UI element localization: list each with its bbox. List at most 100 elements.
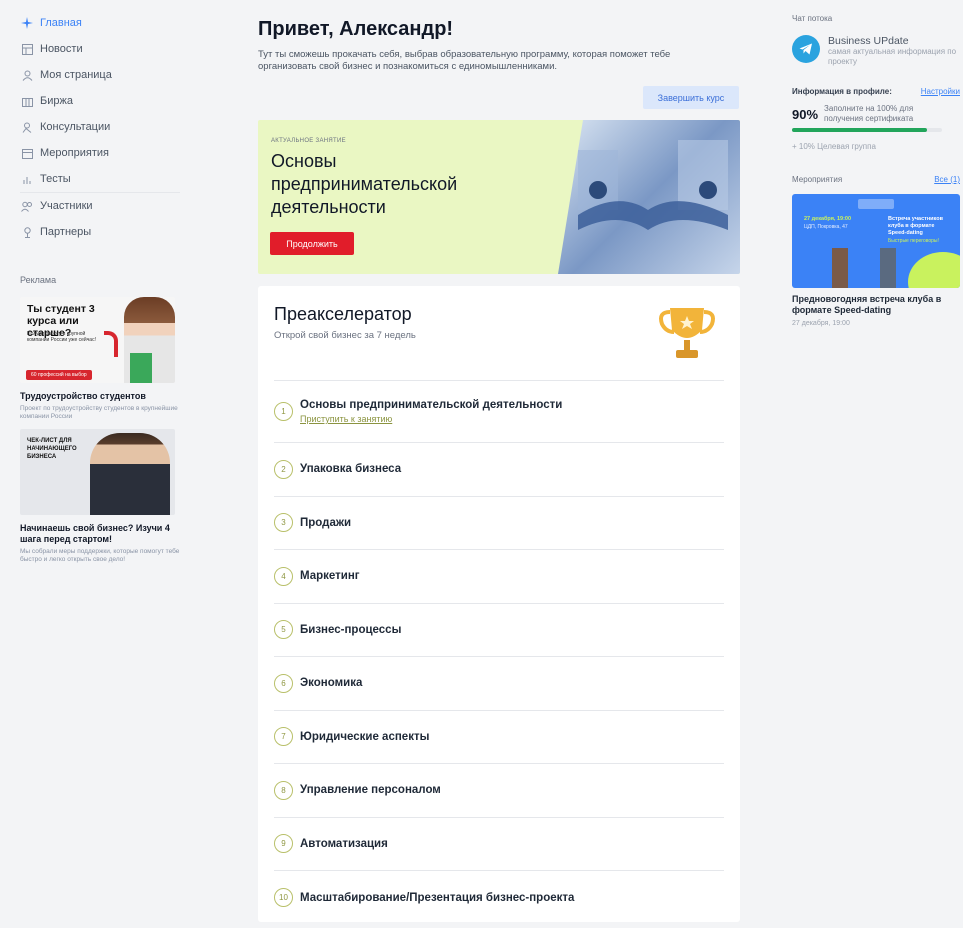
chat-link[interactable]: Business UPdate самая актуальная информа… [792, 35, 962, 67]
ad-description-checklist: Мы собрали меры поддержки, которые помог… [20, 548, 180, 563]
sidebar-item-label: Биржа [40, 95, 73, 107]
module-item[interactable]: 2 Упаковка бизнеса [274, 443, 724, 497]
events-heading: Мероприятия [792, 175, 843, 184]
module-number: 5 [274, 620, 293, 640]
sidebar-item-news[interactable]: Новости [20, 36, 185, 62]
consult-icon [20, 120, 34, 134]
chat-description: самая актуальная информация по проекту [828, 47, 957, 66]
event-banner-date: 27 декабря, 19:00 [804, 216, 852, 222]
module-number: 8 [274, 780, 293, 800]
module-name: Масштабирование/Презентация бизнес-проек… [300, 891, 575, 904]
current-lesson-label: АКТУАЛЬНОЕ ЗАНЯТИЕ [271, 138, 346, 144]
event-banner-place: ЦДП, Покровка, 47 [804, 224, 848, 230]
ad-banner-students[interactable]: Ты студент 3 курса или старше? Получи ра… [20, 297, 175, 383]
current-lesson-card: АКТУАЛЬНОЕ ЗАНЯТИЕ Основы предпринимател… [258, 120, 740, 274]
profile-progress-row: 90% Заполните на 100% для получения серт… [792, 104, 962, 124]
sidebar-item-label: Мероприятия [40, 147, 109, 159]
event-banner-sub: Быстрые переговоры! [888, 238, 939, 244]
event-banner-green-arc [908, 252, 960, 288]
profile-heading: Информация в профиле: [792, 87, 892, 96]
events-all-link[interactable]: Все (1) [934, 175, 960, 184]
trophy-icon [656, 302, 718, 364]
event-title[interactable]: Предновогодняя встреча клуба в формате S… [792, 294, 962, 316]
module-item[interactable]: 1 Основы предпринимательской деятельност… [274, 381, 724, 443]
sidebar-item-exchange[interactable]: Биржа [20, 88, 185, 114]
page-title: Привет, Александр! [258, 18, 454, 40]
events-header: Мероприятия Все (1) [792, 175, 960, 184]
user-icon [20, 68, 34, 82]
module-name: Упаковка бизнеса [300, 463, 402, 476]
current-lesson-title: Основы предпринимательской деятельности [271, 151, 458, 217]
module-name: Автоматизация [300, 837, 388, 850]
sidebar-item-tests[interactable]: Тесты [20, 166, 185, 192]
event-banner-logo [858, 199, 894, 209]
module-name: Бизнес-процессы [300, 623, 402, 636]
ads-heading: Реклама [20, 275, 57, 285]
right-panel: Чат потока Business UPdate самая актуаль… [792, 14, 962, 327]
module-list: 1 Основы предпринимательской деятельност… [274, 380, 724, 925]
ad-title-checklist[interactable]: Начинаешь свой бизнес? Изучи 4 шага пере… [20, 523, 185, 545]
module-name: Экономика [300, 677, 363, 690]
chat-heading: Чат потока [792, 14, 833, 23]
sidebar-item-my-page[interactable]: Моя страница [20, 62, 185, 88]
event-banner[interactable]: 27 декабря, 19:00 ЦДП, Покровка, 47 Встр… [792, 194, 960, 288]
module-item[interactable]: 8 Управление персоналом [274, 764, 724, 818]
settings-link[interactable]: Настройки [921, 87, 960, 96]
module-item[interactable]: 10 Масштабирование/Презентация бизнес-пр… [274, 871, 724, 925]
sidebar: Главная Новости Моя страница Биржа Консу… [20, 10, 185, 564]
module-number: 1 [274, 402, 293, 421]
module-item[interactable]: 4 Маркетинг [274, 550, 724, 604]
module-item[interactable]: 5 Бизнес-процессы [274, 604, 724, 657]
module-number: 2 [274, 459, 293, 479]
program-subtitle: Открой свой бизнес за 7 недель [274, 330, 416, 341]
ad-banner-headline: ЧЕК-ЛИСТ ДЛЯ НАЧИНАЮЩЕГО БИЗНЕСА [27, 438, 77, 460]
sidebar-item-events[interactable]: Мероприятия [20, 140, 185, 166]
profile-info-header: Информация в профиле: Настройки [792, 87, 960, 96]
sidebar-item-home[interactable]: Главная [20, 10, 185, 36]
ad-description-students: Проект по трудоустройству студентов в кр… [20, 405, 178, 420]
profile-extra-item[interactable]: + 10% Целевая группа [792, 142, 962, 151]
sidebar-item-label: Моя страница [40, 69, 112, 81]
sidebar-item-label: Консультации [40, 121, 111, 133]
continue-button[interactable]: Продолжить [270, 232, 354, 255]
users-icon [20, 199, 34, 213]
ad-banner-man-photo [90, 433, 170, 515]
module-item[interactable]: 6 Экономика [274, 657, 724, 711]
module-number: 7 [274, 727, 293, 747]
event-banner-title: Встреча участников клуба в формате Speed… [888, 216, 943, 236]
handshake-photo [558, 120, 740, 274]
module-item[interactable]: 3 Продажи [274, 497, 724, 550]
module-name: Юридические аспекты [300, 730, 430, 743]
ad-title-students[interactable]: Трудоустройство студентов [20, 391, 185, 402]
partner-icon [20, 225, 34, 239]
module-item[interactable]: 9 Автоматизация [274, 818, 724, 871]
module-number: 6 [274, 673, 293, 693]
ad-banner-badge: 60 профессий на выбор [26, 370, 92, 380]
module-number: 4 [274, 566, 293, 586]
chat-name: Business UPdate [828, 35, 909, 47]
module-number: 9 [274, 834, 293, 854]
sidebar-item-label: Новости [40, 43, 83, 55]
profile-hint: Заполните на 100% для получения сертифик… [824, 104, 914, 123]
sidebar-item-partners[interactable]: Партнеры [20, 219, 185, 245]
profile-progress-fill [792, 128, 927, 132]
module-name: Маркетинг [300, 570, 360, 583]
star-icon [20, 16, 34, 30]
bar-chart-icon [20, 172, 34, 186]
sidebar-item-consultations[interactable]: Консультации [20, 114, 185, 140]
ad-banner-checklist[interactable]: ЧЕК-ЛИСТ ДЛЯ НАЧИНАЮЩЕГО БИЗНЕСА [20, 429, 175, 515]
telegram-icon [792, 35, 820, 63]
program-title: Преакселератор [274, 304, 412, 324]
sidebar-item-label: Главная [40, 17, 82, 29]
sidebar-item-label: Участники [40, 200, 93, 212]
sidebar-item-label: Партнеры [40, 226, 92, 238]
sidebar-item-participants[interactable]: Участники [20, 193, 185, 219]
news-icon [20, 42, 34, 56]
finish-course-button[interactable]: Завершить курс [643, 86, 739, 109]
ad-banner-green-book [130, 353, 152, 383]
module-item[interactable]: 7 Юридические аспекты [274, 711, 724, 764]
module-name: Основы предпринимательской деятельности [300, 399, 563, 411]
profile-percent: 90% [792, 106, 819, 122]
start-lesson-link[interactable]: Приступить к занятию [300, 414, 562, 424]
intro-text: Тут ты сможешь прокачать себя, выбрав об… [258, 49, 671, 72]
